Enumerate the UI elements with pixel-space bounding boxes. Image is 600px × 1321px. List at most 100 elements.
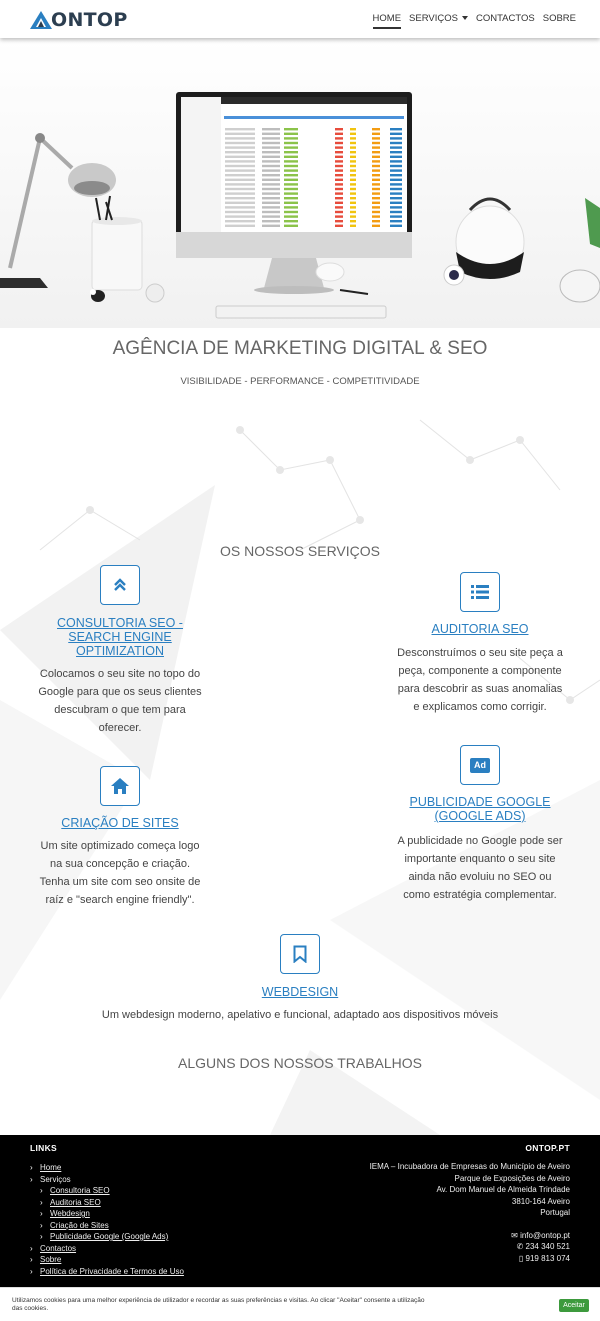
nav-home[interactable]: HOME <box>372 13 402 29</box>
footer-links-list: › Home › Serviços › Consultoria SEO › Audito… <box>30 1162 184 1277</box>
service-publicidade-title[interactable]: PUBLICIDADE GOOGLE (GOOGLE ADS) <box>390 795 570 823</box>
service-auditoria-title[interactable]: AUDITORIA SEO <box>390 622 570 636</box>
footer-link-consultoria[interactable]: Consultoria SEO <box>50 1185 110 1197</box>
footer-email-row[interactable]: ✉ info@ontop.pt <box>370 1230 570 1242</box>
screen-row-cell <box>390 220 402 223</box>
screen-row-cell <box>350 201 356 204</box>
footer-link-criacao[interactable]: Criação de Sites <box>50 1220 109 1232</box>
screen-row-cell <box>284 206 298 209</box>
screen-row-cell <box>284 224 298 227</box>
service-criacao-icon-box[interactable] <box>100 766 140 806</box>
screen-row-cell <box>284 169 298 172</box>
screen-row-cell <box>372 164 380 168</box>
home-icon <box>111 778 129 794</box>
footer-link-sobre[interactable]: Sobre <box>40 1254 61 1266</box>
screen-row-cell <box>284 164 298 168</box>
screen-row-cell <box>372 169 380 172</box>
service-auditoria-icon-box[interactable] <box>460 572 500 612</box>
screen-row-cell <box>335 201 343 204</box>
screen-row-cell <box>350 197 356 200</box>
screen-row-cell <box>390 128 402 131</box>
screen-row-cell <box>225 220 255 223</box>
footer-link-auditoria[interactable]: Auditoria SEO <box>50 1197 101 1209</box>
footer-link-row: › Política de Privacidade e Termos de Uso <box>30 1266 184 1278</box>
footer-link-home[interactable]: Home <box>40 1162 61 1174</box>
hero-image <box>0 38 600 328</box>
service-webdesign-desc: Um webdesign moderno, apelativo e funcio… <box>20 1006 580 1024</box>
background-decoration <box>0 419 600 1135</box>
footer-phone: 234 340 521 <box>525 1242 571 1251</box>
screen-row-cell <box>335 128 343 131</box>
screen-row-cell <box>390 178 402 181</box>
service-title-line: WEBDESIGN <box>261 985 339 999</box>
chevron-right-icon: › <box>30 1243 33 1253</box>
screen-row-cell <box>372 197 380 200</box>
address-line: 3810-164 Aveiro <box>511 1196 570 1206</box>
screen-row-cell <box>350 141 356 145</box>
screen-row-cell <box>335 220 343 223</box>
screen-row-cell <box>390 210 402 214</box>
nav-contactos[interactable]: CONTACTOS <box>476 13 535 29</box>
footer-link-contactos[interactable]: Contactos <box>40 1243 76 1255</box>
screen-row-cell <box>262 224 280 227</box>
screen-row-cell <box>225 210 255 214</box>
screen-row-cell <box>350 128 356 131</box>
footer-label-servicos: Serviços <box>40 1174 71 1184</box>
screen-row-cell <box>284 128 298 131</box>
footer-phone-row[interactable]: ✆ 234 340 521 <box>370 1241 570 1253</box>
address-line: IEMA – Incubadora de Empresas do Municíp… <box>369 1162 570 1171</box>
screen-row-cell <box>335 164 343 168</box>
envelope-icon: ✉ <box>511 1230 521 1240</box>
screen-row-cell <box>284 192 298 195</box>
screen-row-cell <box>262 197 280 200</box>
screen-row-cell <box>335 169 343 172</box>
screen-row-cell <box>262 155 280 158</box>
screen-row-cell <box>225 160 255 163</box>
service-webdesign-icon-box[interactable] <box>280 934 320 974</box>
footer-link-publicidade[interactable]: Publicidade Google (Google Ads) <box>50 1231 168 1243</box>
hero-headline: AGÊNCIA DE MARKETING DIGITAL & SEO <box>112 338 488 359</box>
chevron-right-icon: › <box>30 1255 33 1264</box>
screen-row-cell <box>262 192 280 195</box>
screen-row-cell <box>372 151 380 154</box>
screen-row-cell <box>390 137 402 140</box>
footer-link-webdesign[interactable]: Webdesign <box>50 1208 90 1220</box>
service-consultoria-title[interactable]: CONSULTORIA SEO - SEARCH ENGINE OPTIMIZA… <box>30 616 210 658</box>
footer-mobile-row[interactable]: ▯ 919 813 074 <box>370 1253 570 1265</box>
screen-row-cell <box>350 164 356 168</box>
screen-row-cell <box>225 146 255 149</box>
cookie-accept-button[interactable]: Aceitar <box>559 1299 589 1312</box>
service-desc-line: na sua concepção e criação. <box>49 858 191 870</box>
service-desc-line: para descobrir as suas anomalias <box>397 683 563 695</box>
screen-row-cell <box>390 224 402 227</box>
service-desc-line: oferecer. <box>98 722 142 734</box>
service-webdesign-title[interactable]: WEBDESIGN <box>210 985 390 999</box>
screen-row-cell <box>262 220 280 223</box>
footer-link-privacidade[interactable]: Política de Privacidade e Termos de Uso <box>40 1266 184 1278</box>
screen-row-cell <box>262 187 280 191</box>
nav-servicos[interactable]: SERVIÇOS <box>409 13 468 29</box>
screen-row-cell <box>262 160 280 163</box>
nav-sobre[interactable]: SOBRE <box>543 13 576 29</box>
screen-row-cell <box>262 132 280 135</box>
footer-link-row: › Home <box>30 1162 184 1174</box>
screen-row-cell <box>390 141 402 145</box>
screen-row-cell <box>225 206 255 209</box>
screen-row-cell <box>284 151 298 154</box>
screen-row-cell <box>390 151 402 154</box>
screen-row-cell <box>262 201 280 204</box>
screen-row-cell <box>284 137 298 140</box>
screen-row-cell <box>372 128 380 131</box>
footer-links-title: LINKS <box>30 1143 57 1153</box>
screen-row-cell <box>262 128 280 131</box>
screen-row-cell <box>390 197 402 200</box>
screen-row-cell <box>350 178 356 181</box>
service-consultoria-icon-box[interactable] <box>100 565 140 605</box>
screen-row-cell <box>284 201 298 204</box>
brand-logo[interactable]: ONTOP <box>30 9 128 31</box>
screen-row-cell <box>390 183 402 186</box>
caret-down-icon <box>461 16 468 21</box>
footer-link-row: › Auditoria SEO <box>30 1197 184 1209</box>
service-publicidade-icon-box[interactable]: Ad <box>460 745 500 785</box>
service-criacao-title[interactable]: CRIAÇÃO DE SITES <box>30 816 210 830</box>
